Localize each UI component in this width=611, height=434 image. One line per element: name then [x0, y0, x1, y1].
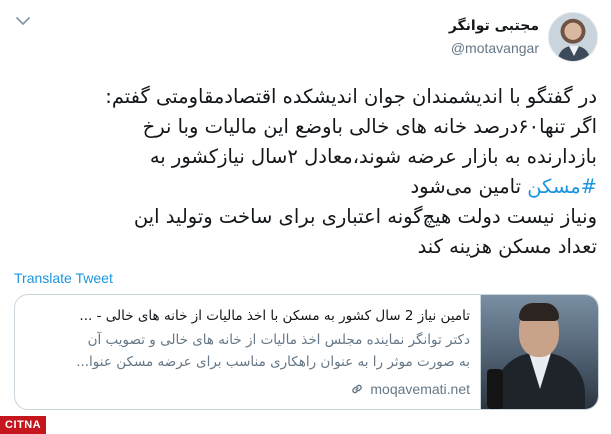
card-desc-line: به صورت موثر را به عنوان راهکاری مناسب ب…	[76, 354, 470, 370]
tweet: مجتبی توانگر @motavangar در گفتگو با اند…	[0, 0, 611, 434]
tweet-line-with-hashtag: #مسکن تامین می‌شود	[12, 172, 597, 202]
card-thumbnail	[480, 295, 598, 409]
link-icon	[352, 384, 363, 394]
card-domain-text: moqavemati.net	[370, 381, 470, 397]
author-handle[interactable]: @motavangar	[451, 40, 539, 56]
avatar[interactable]	[548, 12, 598, 62]
tweet-line: ونیاز نیست دولت هیچ‌گونه اعتباری برای سا…	[133, 205, 597, 228]
translate-tweet-link[interactable]: Translate Tweet	[14, 270, 113, 286]
card-title: تامین نیاز 2 سال کشور به مسکن با اخذ مال…	[79, 308, 470, 324]
tweet-line: در گفتگو با اندیشمندان جوان اندیشکده اقت…	[105, 85, 597, 108]
chevron-down-icon[interactable]	[14, 14, 32, 28]
card-desc-line: دکتر توانگر نماینده مجلس اخذ مالیات از خ…	[87, 332, 470, 348]
citna-watermark: CITNA	[0, 416, 47, 434]
tweet-line: تعداد مسکن هزینه کند	[417, 235, 597, 258]
hashtag-link[interactable]: #مسکن	[527, 175, 597, 198]
card-content: تامین نیاز 2 سال کشور به مسکن با اخذ مال…	[25, 305, 470, 373]
card-domain: moqavemati.net	[25, 381, 470, 397]
card-description: دکتر توانگر نماینده مجلس اخذ مالیات از خ…	[25, 329, 470, 373]
link-preview-card[interactable]: تامین نیاز 2 سال کشور به مسکن با اخذ مال…	[14, 294, 599, 410]
tweet-line: اگر تنها۶۰درصد خانه های خالی باوضع این م…	[142, 115, 597, 138]
tweet-line-text: تامین می‌شود	[410, 175, 528, 198]
author-display-name[interactable]: مجتبی توانگر	[449, 18, 539, 34]
tweet-line: بازدارنده به بازار عرضه شوند،معادل ۲سال …	[149, 145, 597, 168]
tweet-text: در گفتگو با اندیشمندان جوان اندیشکده اقت…	[12, 82, 597, 262]
